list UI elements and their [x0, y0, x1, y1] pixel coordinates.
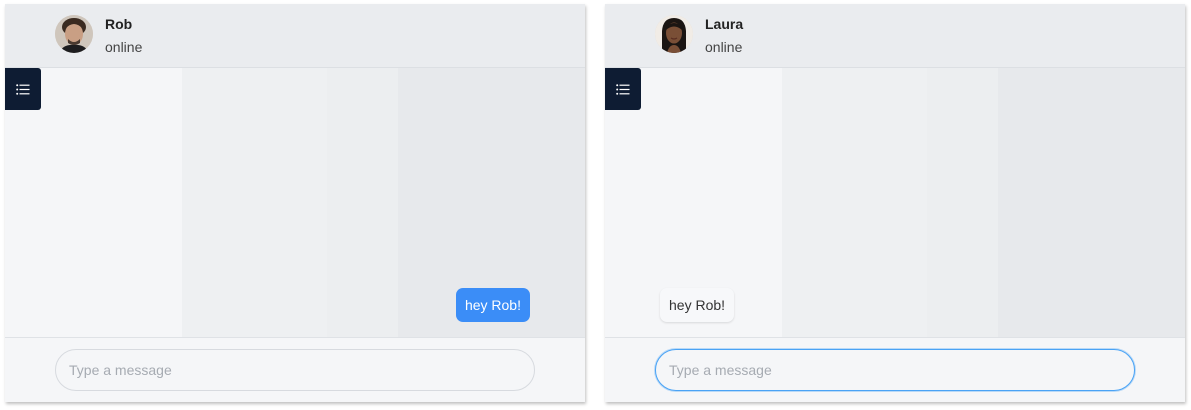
chat-window-laura: Laura online hey Rob! [605, 4, 1185, 402]
list-icon [16, 83, 30, 95]
contact-name: Rob [105, 16, 133, 32]
contact-status: online [105, 39, 143, 55]
message-input[interactable] [55, 349, 535, 391]
chat-header: Laura online [605, 4, 1185, 68]
composer [5, 337, 585, 402]
avatar-laura-icon [655, 15, 693, 53]
contact-name: Laura [705, 16, 744, 32]
message-bubble-outgoing: hey Rob! [455, 288, 530, 322]
contact-status: online [705, 39, 743, 55]
composer [605, 337, 1185, 402]
message-area: hey Rob! [5, 68, 585, 337]
menu-button[interactable] [5, 68, 41, 110]
message-input[interactable] [655, 349, 1135, 391]
chat-header: Rob online [5, 4, 585, 68]
avatar [55, 15, 93, 53]
message-bubble-incoming: hey Rob! [660, 288, 735, 322]
chat-window-rob: Rob online hey Rob! [5, 4, 585, 402]
avatar [655, 15, 693, 53]
avatar-rob-icon [55, 15, 93, 53]
message-area: hey Rob! [605, 68, 1185, 337]
list-icon [616, 83, 630, 95]
menu-button[interactable] [605, 68, 641, 110]
